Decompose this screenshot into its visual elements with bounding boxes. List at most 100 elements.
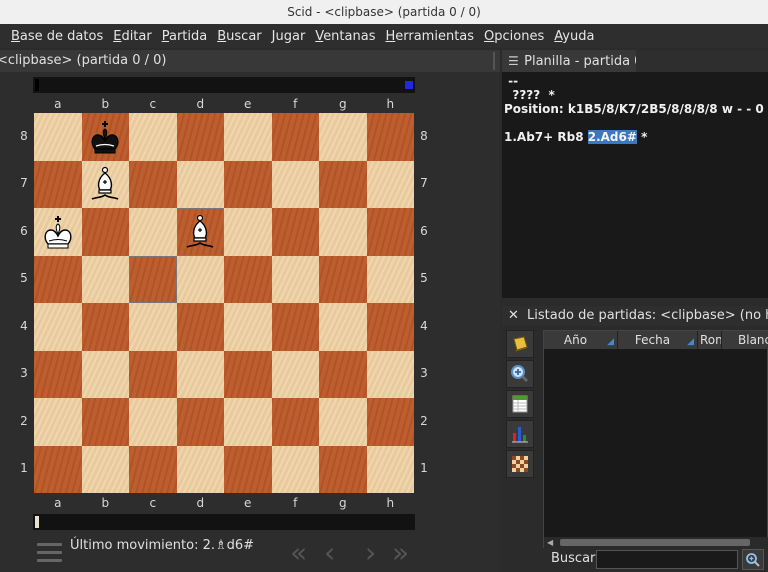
square-f4[interactable] bbox=[271, 303, 319, 351]
menu-opciones[interactable]: Opciones bbox=[479, 29, 549, 44]
square-c1[interactable] bbox=[129, 445, 177, 493]
book-icon[interactable] bbox=[506, 330, 534, 358]
square-h2[interactable] bbox=[366, 398, 414, 446]
square-h6[interactable] bbox=[366, 208, 414, 256]
square-b7[interactable] bbox=[81, 160, 129, 208]
square-b3[interactable] bbox=[81, 350, 129, 398]
square-b1[interactable] bbox=[81, 445, 129, 493]
square-c2[interactable] bbox=[129, 398, 177, 446]
next-move-button[interactable]: › bbox=[365, 538, 376, 568]
square-h3[interactable] bbox=[366, 350, 414, 398]
white-king-icon[interactable] bbox=[36, 210, 80, 254]
square-b6[interactable] bbox=[81, 208, 129, 256]
menu-jugar[interactable]: Jugar bbox=[267, 29, 311, 44]
square-d3[interactable] bbox=[176, 350, 224, 398]
notation-panel[interactable]: -- ???? * Position: k1B5/8/K7/2B5/8/8/8/… bbox=[502, 72, 768, 298]
scroll-thumb[interactable] bbox=[560, 539, 750, 546]
tab-menu-icon[interactable]: ☰ bbox=[508, 50, 520, 72]
square-d2[interactable] bbox=[176, 398, 224, 446]
square-g3[interactable] bbox=[319, 350, 367, 398]
hamburger-icon[interactable] bbox=[37, 543, 62, 563]
square-h5[interactable] bbox=[366, 255, 414, 303]
column-year[interactable]: Año ◢ bbox=[544, 331, 618, 349]
square-g2[interactable] bbox=[319, 398, 367, 446]
column-round[interactable]: Ron bbox=[698, 331, 722, 349]
square-e5[interactable] bbox=[224, 255, 272, 303]
square-g6[interactable] bbox=[319, 208, 367, 256]
square-a5[interactable] bbox=[34, 255, 82, 303]
square-b4[interactable] bbox=[81, 303, 129, 351]
square-d4[interactable] bbox=[176, 303, 224, 351]
square-b5[interactable] bbox=[81, 255, 129, 303]
close-icon[interactable]: ✕ bbox=[508, 308, 519, 323]
notation-moves[interactable]: 1.Ab7+ Rb8 bbox=[504, 130, 588, 144]
square-f8[interactable] bbox=[271, 113, 319, 161]
square-h4[interactable] bbox=[366, 303, 414, 351]
square-a8[interactable] bbox=[34, 113, 82, 161]
square-a4[interactable] bbox=[34, 303, 82, 351]
square-e6[interactable] bbox=[224, 208, 272, 256]
square-f6[interactable] bbox=[271, 208, 319, 256]
square-a2[interactable] bbox=[34, 398, 82, 446]
square-h1[interactable] bbox=[366, 445, 414, 493]
square-e3[interactable] bbox=[224, 350, 272, 398]
horizontal-scrollbar[interactable]: ◀ bbox=[544, 537, 768, 548]
square-g5[interactable] bbox=[319, 255, 367, 303]
chess-board[interactable] bbox=[34, 113, 414, 493]
menu-editar[interactable]: Editar bbox=[108, 29, 157, 44]
square-a3[interactable] bbox=[34, 350, 82, 398]
square-d1[interactable] bbox=[176, 445, 224, 493]
square-f5[interactable] bbox=[271, 255, 319, 303]
square-h7[interactable] bbox=[366, 160, 414, 208]
square-c6[interactable] bbox=[129, 208, 177, 256]
column-white[interactable]: Blanc bbox=[722, 331, 768, 349]
square-c8[interactable] bbox=[129, 113, 177, 161]
menu-herramientas[interactable]: Herramientas bbox=[380, 29, 479, 44]
menu-partida[interactable]: Partida bbox=[157, 29, 213, 44]
square-e2[interactable] bbox=[224, 398, 272, 446]
square-f2[interactable] bbox=[271, 398, 319, 446]
menu-base-de-datos[interactable]: Base de datos bbox=[6, 29, 108, 44]
board-tab[interactable]: <clipbase> (partida 0 / 0) bbox=[0, 50, 500, 72]
square-g7[interactable] bbox=[319, 160, 367, 208]
square-b2[interactable] bbox=[81, 398, 129, 446]
board-icon[interactable] bbox=[506, 450, 534, 478]
square-c7[interactable] bbox=[129, 160, 177, 208]
square-e7[interactable] bbox=[224, 160, 272, 208]
prev-move-button[interactable]: ‹ bbox=[324, 538, 335, 568]
notation-selected-move[interactable]: 2.Ad6# bbox=[587, 130, 637, 144]
square-h8[interactable] bbox=[366, 113, 414, 161]
menu-ayuda[interactable]: Ayuda bbox=[549, 29, 599, 44]
last-move-button[interactable]: » bbox=[392, 538, 409, 568]
square-b8[interactable] bbox=[81, 113, 129, 161]
panel-splitter[interactable] bbox=[500, 298, 768, 306]
game-list-table[interactable]: Año ◢ Fecha ◢ Ron Blanc ◀ bbox=[543, 330, 768, 548]
square-f7[interactable] bbox=[271, 160, 319, 208]
square-d8[interactable] bbox=[176, 113, 224, 161]
square-a1[interactable] bbox=[34, 445, 82, 493]
zoom-icon[interactable] bbox=[506, 360, 534, 388]
square-a7[interactable] bbox=[34, 160, 82, 208]
black-king-icon[interactable] bbox=[83, 115, 127, 159]
square-g8[interactable] bbox=[319, 113, 367, 161]
first-move-button[interactable]: « bbox=[290, 538, 307, 568]
menu-buscar[interactable]: Buscar bbox=[212, 29, 266, 44]
square-g4[interactable] bbox=[319, 303, 367, 351]
square-e1[interactable] bbox=[224, 445, 272, 493]
square-g1[interactable] bbox=[319, 445, 367, 493]
square-a6[interactable] bbox=[34, 208, 82, 256]
table-icon[interactable] bbox=[506, 390, 534, 418]
search-input[interactable] bbox=[596, 550, 738, 569]
square-c3[interactable] bbox=[129, 350, 177, 398]
square-f3[interactable] bbox=[271, 350, 319, 398]
square-c5[interactable] bbox=[129, 255, 177, 303]
search-button[interactable] bbox=[742, 549, 764, 570]
square-d6[interactable] bbox=[176, 208, 224, 256]
square-e4[interactable] bbox=[224, 303, 272, 351]
white-bishop-icon[interactable] bbox=[178, 210, 222, 254]
square-d7[interactable] bbox=[176, 160, 224, 208]
square-d5[interactable] bbox=[176, 255, 224, 303]
bar-chart-icon[interactable] bbox=[506, 420, 534, 448]
white-bishop-icon[interactable] bbox=[83, 162, 127, 206]
square-c4[interactable] bbox=[129, 303, 177, 351]
